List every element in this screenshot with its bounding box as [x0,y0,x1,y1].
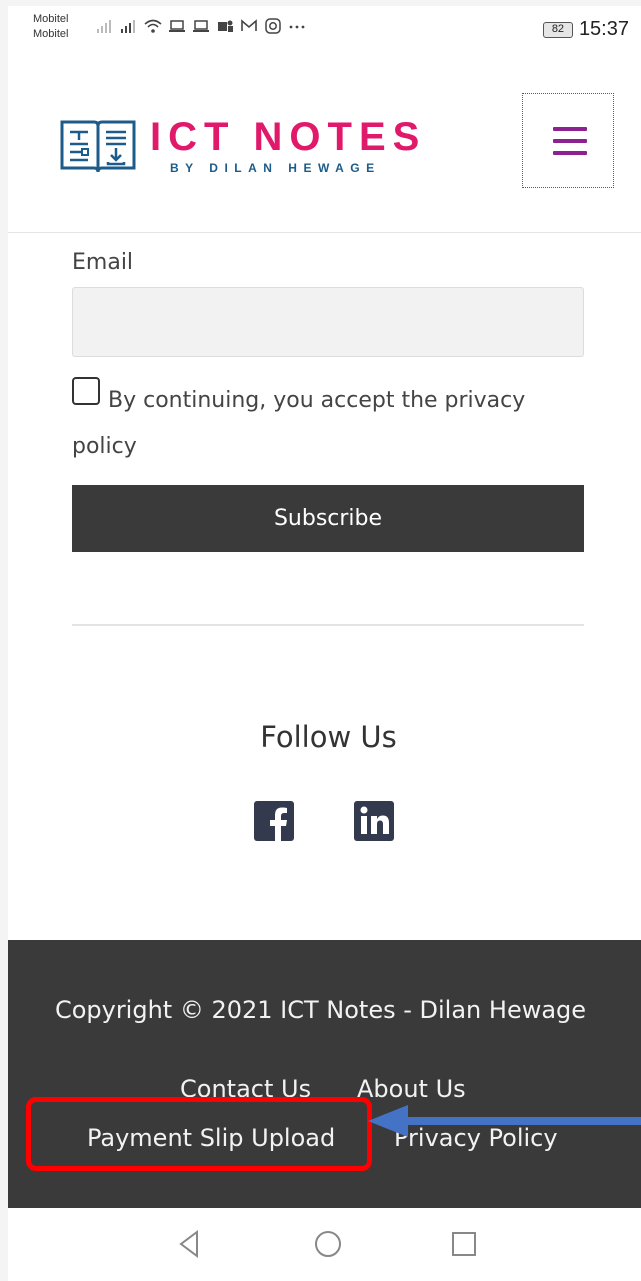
logo-title: ICT NOTES [150,115,427,159]
annotation-arrow-icon [368,1105,641,1137]
highlight-box [26,1097,372,1171]
laptop-icon [193,20,209,32]
menu-button[interactable] [522,93,614,188]
phone-screen: Mobitel Mobitel 82 15:37 ICT NOTES BY DI… [8,6,641,1281]
linkedin-icon[interactable] [354,801,394,841]
wifi-icon [144,19,162,33]
android-navigation-bar [8,1208,641,1281]
recent-apps-icon[interactable] [447,1227,481,1261]
privacy-consent-checkbox[interactable] [72,377,100,405]
instagram-icon [265,18,281,34]
signal-weak-icon [97,20,111,33]
privacy-consent-label: By continuing, you accept the privacy po… [72,388,526,459]
signal-icon [121,20,135,33]
laptop-icon [169,20,185,32]
gmail-icon [241,19,257,31]
carrier-2: Mobitel [33,28,69,40]
logo-subtitle: BY DILAN HEWAGE [170,161,381,175]
copyright-text: Copyright © 2021 ICT Notes - Dilan Hewag… [54,996,587,1024]
status-icons [96,18,306,34]
email-label: Email [72,250,134,275]
book-logo-icon [60,120,136,173]
carrier-labels: Mobitel Mobitel [33,12,68,42]
hamburger-icon [553,127,587,131]
divider [72,624,584,626]
clock: 15:37 [578,18,629,40]
battery-indicator: 82 [542,21,573,38]
hamburger-icon [553,151,587,155]
hamburger-icon [553,139,587,143]
facebook-icon[interactable] [254,801,294,841]
more-icon [289,25,305,29]
site-logo[interactable]: ICT NOTES BY DILAN HEWAGE [58,114,426,178]
site-footer [8,940,641,1214]
site-header: ICT NOTES BY DILAN HEWAGE [8,56,641,233]
status-bar: Mobitel Mobitel 82 15:37 [8,6,641,56]
subscribe-button[interactable]: Subscribe [72,485,584,552]
teams-icon [218,20,233,32]
status-right: 82 15:37 [542,18,629,41]
back-icon[interactable] [173,1227,207,1261]
follow-us-heading: Follow Us [260,720,397,754]
logo-text: ICT NOTES BY DILAN HEWAGE [150,117,426,175]
carrier-1: Mobitel [33,13,69,25]
home-icon[interactable] [311,1227,345,1261]
email-field[interactable] [72,287,584,357]
